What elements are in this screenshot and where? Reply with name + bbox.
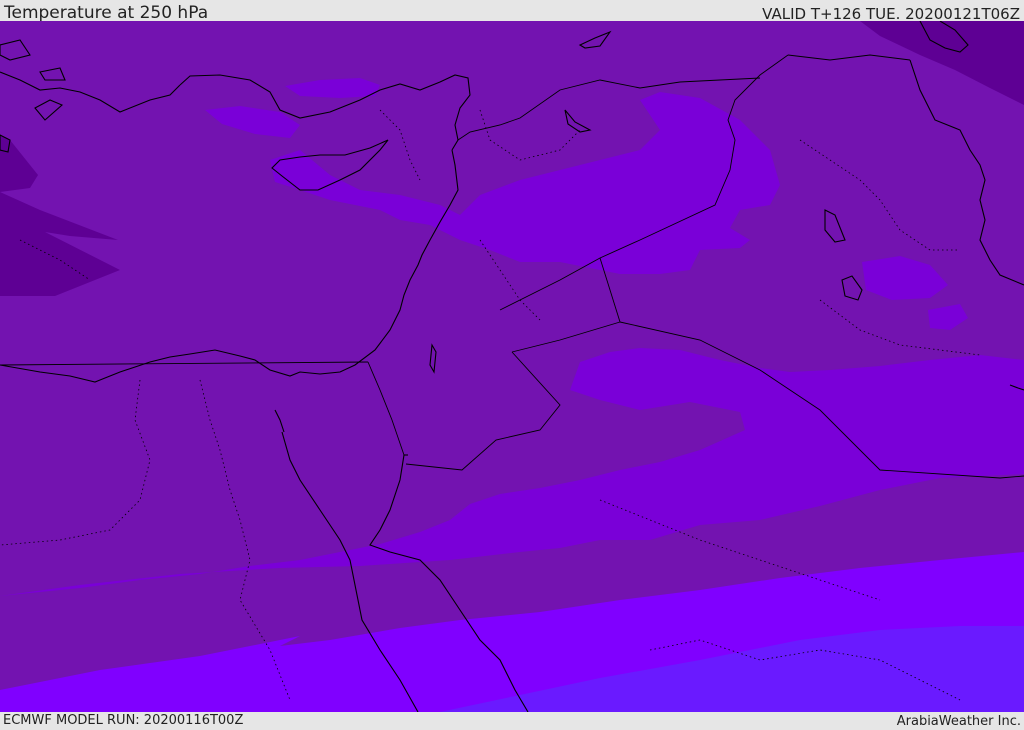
model-run-label: ECMWF MODEL RUN: 20200116T00Z: [3, 713, 244, 728]
credit-label: ArabiaWeather Inc.: [896, 714, 1021, 729]
header-bar: Temperature at 250 hPa VALID T+126 TUE. …: [0, 0, 1024, 23]
temperature-map[interactable]: [0, 21, 1024, 712]
footer-bar: ECMWF MODEL RUN: 20200116T00Z ArabiaWeat…: [0, 712, 1024, 729]
map-title: Temperature at 250 hPa: [4, 3, 209, 23]
